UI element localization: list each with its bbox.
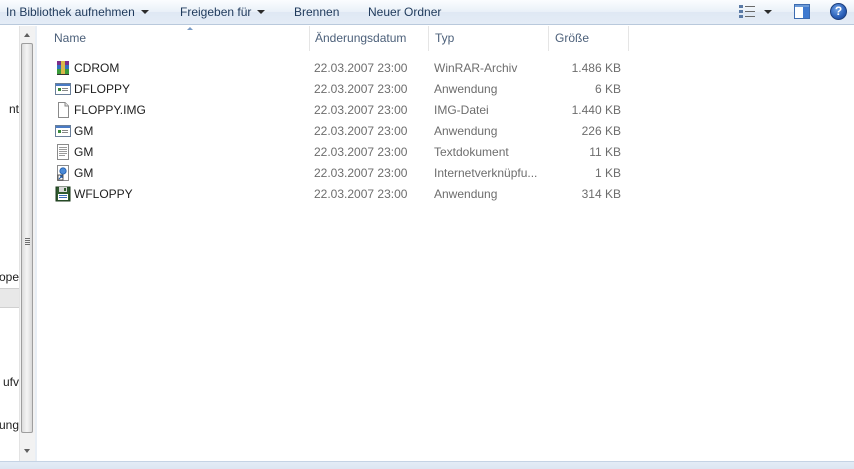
- file-type: WinRAR-Archiv: [434, 61, 518, 75]
- navigation-pane: nt ope ufv ung: [0, 26, 19, 461]
- column-header-date[interactable]: Änderungsdatum: [309, 26, 429, 51]
- file-name: CDROM: [74, 61, 120, 75]
- file-row[interactable]: WFLOPPY 22.03.2007 23:00 Anwendung 314 K…: [37, 184, 637, 205]
- file-row[interactable]: GM 22.03.2007 23:00 Internetverknüpfu...…: [37, 163, 637, 184]
- file-size: 1.440 KB: [571, 103, 621, 117]
- burn-button[interactable]: Brennen: [294, 4, 339, 20]
- file-date: 22.03.2007 23:00: [314, 82, 408, 96]
- share-with-button[interactable]: Freigeben für: [180, 4, 266, 20]
- new-folder-label: Neuer Ordner: [368, 5, 442, 19]
- help-icon[interactable]: ?: [830, 3, 847, 20]
- column-header-name[interactable]: Name: [48, 26, 310, 51]
- column-header-size-label: Größe: [555, 31, 590, 45]
- file-name: GM: [74, 124, 94, 138]
- column-header-type-label: Typ: [435, 31, 455, 45]
- file-row[interactable]: GM 22.03.2007 23:00 Textdokument 11 KB: [37, 142, 637, 163]
- file-date: 22.03.2007 23:00: [314, 61, 408, 75]
- grip-icon: [25, 238, 30, 245]
- share-with-label: Freigeben für: [180, 5, 252, 19]
- sort-ascending-icon: [187, 27, 193, 30]
- file-size: 11 KB: [589, 145, 621, 159]
- nav-item-partial[interactable]: ope: [0, 270, 19, 284]
- file-type: Anwendung: [434, 82, 498, 96]
- scrollbar-thumb[interactable]: [21, 43, 33, 433]
- file-type: IMG-Datei: [434, 103, 489, 117]
- scroll-up-arrow-icon[interactable]: [24, 33, 30, 37]
- column-header-size[interactable]: Größe: [549, 26, 629, 51]
- scroll-down-arrow-icon[interactable]: [24, 449, 30, 453]
- new-folder-button[interactable]: Neuer Ordner: [368, 4, 441, 20]
- file-date: 22.03.2007 23:00: [314, 166, 408, 180]
- file-type: Anwendung: [434, 187, 498, 201]
- include-in-library-button[interactable]: In Bibliothek aufnehmen: [6, 4, 149, 20]
- internet-shortcut-icon: [57, 165, 69, 181]
- nav-item-partial[interactable]: nt: [0, 102, 19, 116]
- file-type: Internetverknüpfu...: [434, 166, 538, 180]
- file-size: 1.486 KB: [571, 61, 621, 75]
- file-date: 22.03.2007 23:00: [314, 145, 408, 159]
- column-header-type[interactable]: Typ: [429, 26, 549, 51]
- file-name: GM: [74, 166, 94, 180]
- file-name: DFLOPPY: [74, 82, 131, 96]
- chevron-down-icon: [257, 9, 266, 14]
- file-type: Anwendung: [434, 124, 498, 138]
- column-header-date-label: Änderungsdatum: [315, 31, 407, 45]
- nav-item-partial[interactable]: ung: [0, 418, 19, 432]
- file-date: 22.03.2007 23:00: [314, 124, 408, 138]
- file-size: 314 KB: [581, 187, 621, 201]
- navigation-scrollbar[interactable]: [19, 26, 35, 461]
- file-row[interactable]: FLOPPY.IMG 22.03.2007 23:00 IMG-Datei 1.…: [37, 100, 637, 121]
- application-icon: [55, 125, 71, 137]
- file-list: Name Änderungsdatum Typ Größe CDROM 22.0…: [37, 26, 854, 461]
- file-size: 6 KB: [594, 82, 621, 96]
- burn-label: Brennen: [294, 5, 340, 19]
- winrar-archive-icon: [57, 61, 69, 75]
- file-name: WFLOPPY: [74, 187, 133, 201]
- include-in-library-label: In Bibliothek aufnehmen: [6, 5, 135, 19]
- file-size: 1 KB: [594, 166, 621, 180]
- application-icon: [55, 83, 71, 95]
- command-bar: In Bibliothek aufnehmen Freigeben für Br…: [0, 0, 854, 25]
- file-row[interactable]: CDROM 22.03.2007 23:00 WinRAR-Archiv 1.4…: [37, 58, 637, 79]
- file-date: 22.03.2007 23:00: [314, 103, 408, 117]
- file-row[interactable]: DFLOPPY 22.03.2007 23:00 Anwendung 6 KB: [37, 79, 637, 100]
- file-date: 22.03.2007 23:00: [314, 187, 408, 201]
- status-bar: [0, 461, 854, 469]
- view-options-icon[interactable]: [739, 5, 755, 19]
- nav-item-selected[interactable]: [0, 288, 19, 308]
- floppy-application-icon: [55, 186, 71, 202]
- blank-file-icon: [58, 102, 69, 118]
- column-header-name-label: Name: [54, 31, 87, 45]
- text-document-icon: [57, 144, 69, 160]
- file-row[interactable]: GM 22.03.2007 23:00 Anwendung 226 KB: [37, 121, 637, 142]
- preview-pane-icon[interactable]: [794, 4, 810, 19]
- file-name: GM: [74, 145, 94, 159]
- view-options-dropdown-icon[interactable]: [764, 10, 772, 14]
- file-size: 226 KB: [581, 124, 621, 138]
- file-type: Textdokument: [434, 145, 509, 159]
- chevron-down-icon: [140, 9, 149, 14]
- nav-item-partial[interactable]: ufv: [0, 375, 19, 389]
- file-name: FLOPPY.IMG: [74, 103, 146, 117]
- help-icon-glyph: ?: [834, 4, 843, 18]
